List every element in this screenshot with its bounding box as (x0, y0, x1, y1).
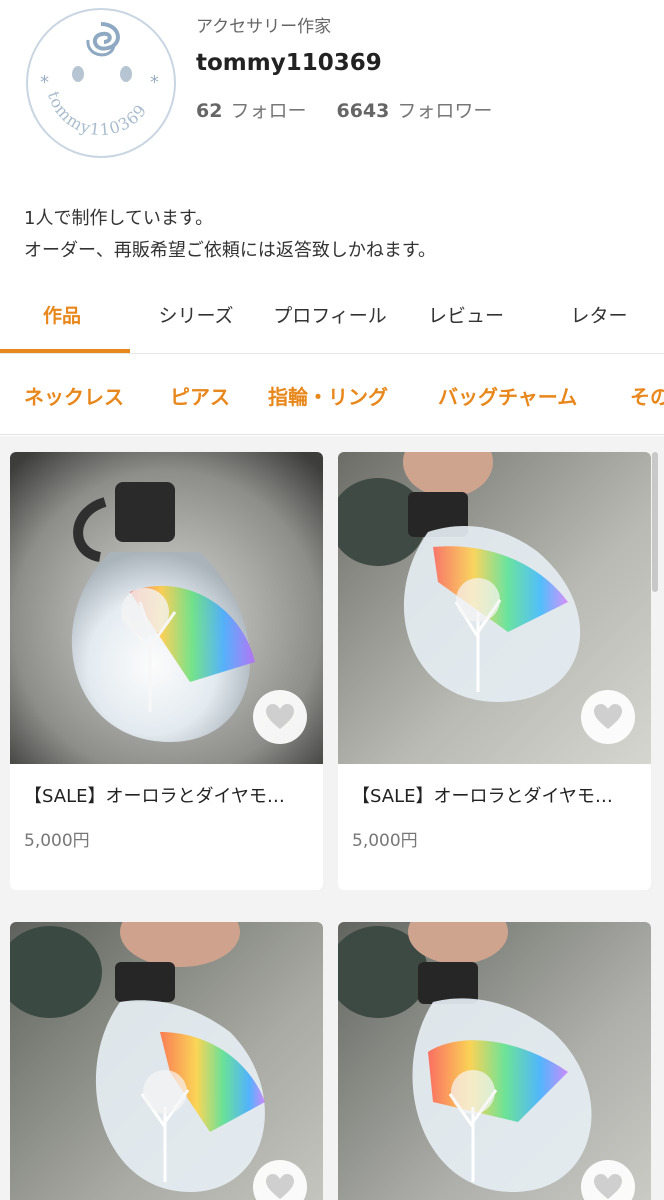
product-card[interactable] (10, 922, 323, 1200)
product-photo[interactable] (338, 922, 651, 1200)
svg-text:*: * (40, 72, 49, 93)
category-rings[interactable]: 指輪・リング (268, 381, 388, 410)
pendant-photo-image (338, 922, 651, 1200)
category-other[interactable]: その (630, 381, 664, 410)
favorite-button[interactable] (581, 690, 635, 744)
tab-works[interactable]: 作品 (0, 290, 124, 354)
product-price: 5,000円 (24, 831, 90, 851)
profile-header: * * tommy110369 アクセサリー作家 tommy110369 62 … (0, 0, 664, 290)
follow-stats: 62 フォロー 6643 フォロワー (196, 96, 522, 123)
scrollbar[interactable] (652, 452, 658, 592)
category-earrings[interactable]: ピアス (170, 381, 230, 410)
bio-line: オーダー、再販希望ご依頼には返答致しかねます。 (24, 240, 437, 261)
heart-icon (594, 704, 622, 729)
product-title[interactable]: 【SALE】オーロラとダイヤモ… (352, 782, 642, 808)
tab-letters[interactable]: レター (556, 290, 642, 354)
heart-icon (594, 1174, 622, 1199)
product-photo[interactable] (10, 922, 323, 1200)
product-price: 5,000円 (352, 831, 418, 851)
favorite-button[interactable] (253, 690, 307, 744)
username: tommy110369 (196, 50, 382, 76)
category-necklace[interactable]: ネックレス (24, 381, 124, 410)
product-card[interactable] (338, 922, 651, 1200)
tab-series[interactable]: シリーズ (148, 290, 244, 354)
profile-tabs: 作品 シリーズ プロフィール レビュー レター (0, 290, 664, 354)
category-bag-charm[interactable]: バッグチャーム (438, 381, 577, 410)
avatar[interactable]: * * tommy110369 (26, 8, 176, 158)
pendant-photo-image (10, 922, 323, 1200)
bio-line: 1人で制作しています。 (24, 208, 214, 229)
follower-count[interactable]: 6643 (336, 100, 389, 122)
svg-text:*: * (150, 72, 159, 93)
category-filter-bar: ネックレス ピアス 指輪・リング バッグチャーム その (0, 355, 664, 435)
product-card[interactable]: 【SALE】オーロラとダイヤモ… 5,000円 (338, 452, 651, 890)
profile-bio: 1人で制作しています。 オーダー、再販希望ご依頼には返答致しかねます。 (24, 203, 436, 267)
tab-reviews[interactable]: レビュー (416, 290, 516, 354)
tab-profile[interactable]: プロフィール (262, 290, 398, 354)
heart-icon (266, 1174, 294, 1199)
product-card[interactable]: 【SALE】オーロラとダイヤモ… 5,000円 (10, 452, 323, 890)
product-grid: 【SALE】オーロラとダイヤモ… 5,000円 【SALE】オーロラとダイヤモ…… (0, 436, 664, 1200)
follower-label[interactable]: フォロワー (397, 96, 492, 123)
active-tab-indicator (0, 349, 130, 353)
product-photo[interactable] (338, 452, 651, 764)
creator-category: アクセサリー作家 (196, 17, 332, 37)
follow-count[interactable]: 62 (196, 100, 222, 122)
smiley-avatar-image: * * tommy110369 (30, 12, 172, 154)
heart-icon (266, 704, 294, 729)
follow-label[interactable]: フォロー (230, 96, 306, 123)
product-photo[interactable] (10, 452, 323, 764)
product-title[interactable]: 【SALE】オーロラとダイヤモ… (24, 782, 314, 808)
